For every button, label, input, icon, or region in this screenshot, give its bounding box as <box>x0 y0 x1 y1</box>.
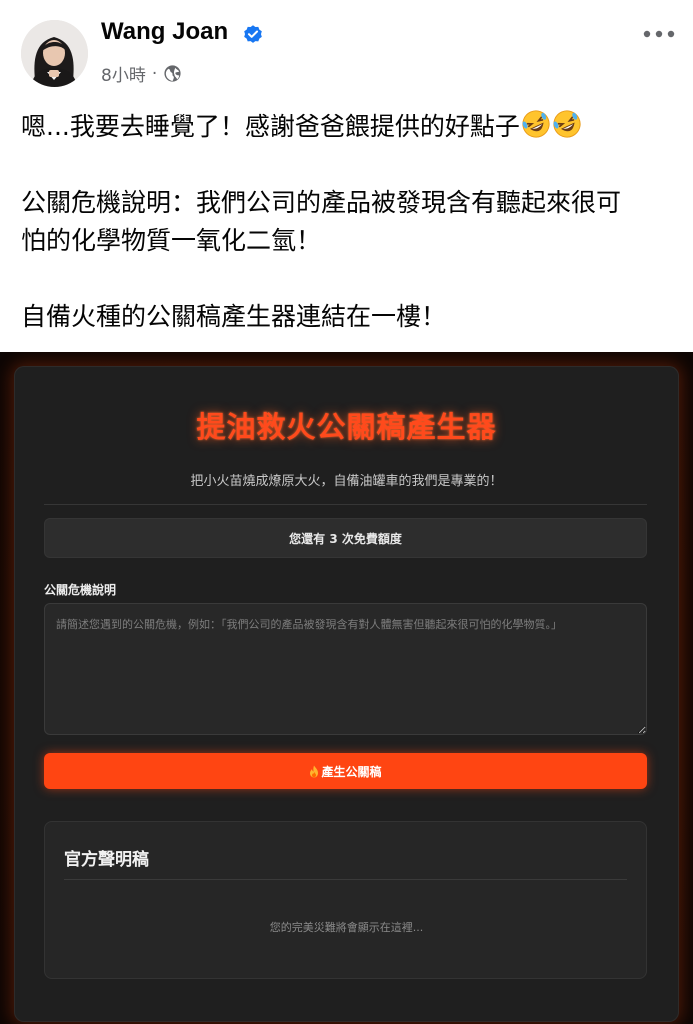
rolling-on-floor-laughing-emoji-icon <box>522 110 550 138</box>
header-divider <box>44 504 647 505</box>
verified-badge-icon <box>244 25 262 43</box>
result-divider <box>64 879 627 880</box>
app-title: 提油救火公關稿產生器 <box>196 410 497 444</box>
avatar-image <box>21 20 88 87</box>
post-line-1-text: 嗯...我要去睡覺了！感謝爸爸餵提供的好點子 <box>21 112 520 141</box>
post-header: Wang Joan 8小時 · <box>0 0 693 100</box>
official-statement-panel: 官方聲明稿 您的完美災難將會顯示在這裡... <box>44 821 647 979</box>
post-line-2: 公關危機說明：我們公司的產品被發現含有聽起來很可 <box>21 188 622 217</box>
avatar[interactable] <box>21 20 88 87</box>
fire-icon <box>310 765 319 777</box>
crisis-description-label: 公關危機說明 <box>44 583 117 597</box>
post-line-4: 自備火種的公關稿產生器連結在一樓！ <box>21 302 447 331</box>
post-line-1: 嗯...我要去睡覺了！感謝爸爸餵提供的好點子 <box>21 108 681 146</box>
generate-statement-label: 產生公關稿 <box>321 764 382 779</box>
post-meta: 8小時 · <box>101 61 182 86</box>
free-quota-text: 您還有 3 次免費額度 <box>289 531 402 546</box>
app-subtitle: 把小火苗燒成燎原大火，自備油罐車的我們是專業的！ <box>190 474 503 489</box>
crisis-description-input[interactable] <box>44 603 647 735</box>
post-time[interactable]: 8小時 <box>101 61 146 86</box>
author-name[interactable]: Wang Joan <box>101 18 228 46</box>
post-text: 嗯...我要去睡覺了！感謝爸爸餵提供的好點子 公關危機說明：我們公司的產品被發現… <box>21 108 681 336</box>
result-placeholder: 您的完美災難將會顯示在這裡... <box>269 921 424 934</box>
rolling-on-floor-laughing-emoji-icon <box>553 110 581 138</box>
generate-statement-button[interactable]: 產生公關稿 <box>44 753 647 789</box>
free-quota-notice: 您還有 3 次免費額度 <box>44 518 647 558</box>
generator-card: 提油救火公關稿產生器 把小火苗燒成燎原大火，自備油罐車的我們是專業的！ 您還有 … <box>14 366 679 1022</box>
meta-separator: · <box>151 63 158 84</box>
globe-icon <box>164 65 181 82</box>
more-options-icon[interactable] <box>641 24 677 44</box>
attached-image[interactable]: 提油救火公關稿產生器 把小火苗燒成燎原大火，自備油罐車的我們是專業的！ 您還有 … <box>0 352 693 1024</box>
official-statement-title: 官方聲明稿 <box>64 850 149 870</box>
post-line-3: 怕的化學物質一氧化二氫！ <box>21 226 322 255</box>
